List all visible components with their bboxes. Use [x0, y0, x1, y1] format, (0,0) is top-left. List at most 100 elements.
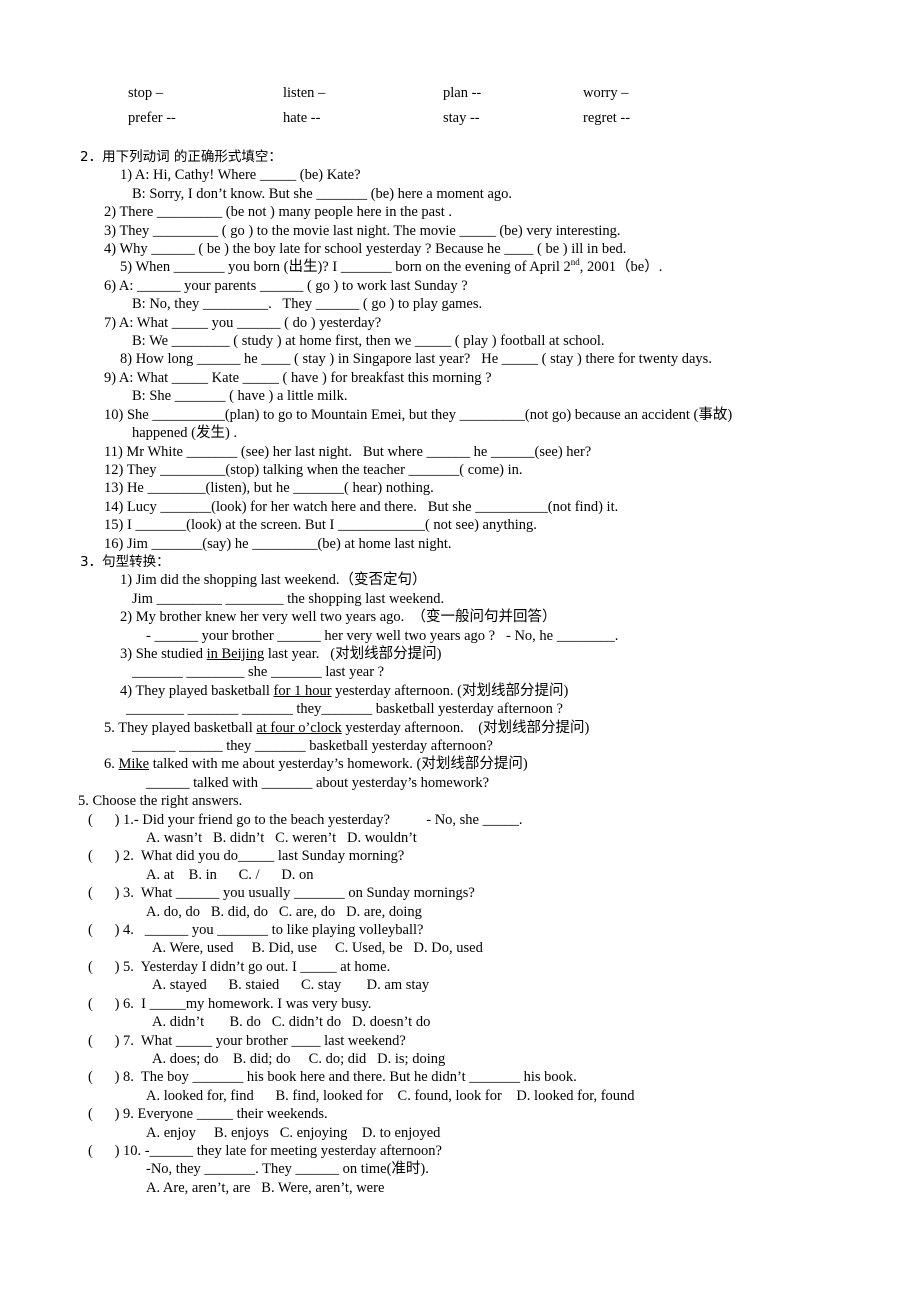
exercise-item: 8) How long ______ he ____ ( stay ) in S…: [120, 351, 712, 368]
exercise-item: B: No, they _________. They ______ ( go …: [132, 296, 483, 313]
exercise-item: B: She _______ ( have ) a little milk.: [132, 388, 348, 405]
question-number: 6.: [123, 995, 134, 1012]
section-5-heading: 5. Choose the right answers.: [78, 793, 243, 810]
choice-options: A. looked for, find B. find, looked for …: [146, 1087, 635, 1104]
underlined-phrase: for 1 hour: [273, 682, 332, 699]
verb-cell: listen –: [283, 85, 326, 101]
exercise-item: 2) There _________ (be not ) many people…: [104, 204, 453, 221]
answer-bracket[interactable]: ( ): [88, 812, 123, 828]
exercise-item: ______ talked with _______ about yesterd…: [146, 774, 490, 791]
question-stem: Yesterday I didn’t go out. I _____ at ho…: [133, 958, 391, 975]
question-number: 7.: [123, 1032, 134, 1049]
answer-bracket[interactable]: ( ): [88, 922, 123, 938]
verb-cell: stay --: [443, 110, 480, 126]
worksheet-page: stop – listen – plan -- worry – prefer -…: [0, 0, 920, 1302]
exercise-item: B: We ________ ( study ) at home first, …: [132, 333, 605, 350]
exercise-item-suffix: last year. (对划线部分提问): [264, 645, 442, 662]
question-stem: What ______ you usually _______ on Sunda…: [133, 885, 475, 902]
verb-cell: plan --: [443, 85, 482, 101]
exercise-item: 4) Why ______ ( be ) the boy late for sc…: [104, 241, 627, 258]
choice-options: A. do, do B. did, do C. are, do D. are, …: [146, 903, 422, 920]
choice-options: A. does; do B. did; do C. do; did D. is;…: [152, 1050, 446, 1067]
exercise-item-prefix: 6.: [104, 756, 119, 773]
verb-cell: prefer --: [128, 110, 176, 126]
exercise-item-suffix: yesterday afternoon. (对划线部分提问): [341, 719, 590, 736]
question-stem: The boy _______ his book here and there.…: [133, 1069, 577, 1086]
section-2-heading: 2．用下列动词 的正确形式填空：: [80, 149, 282, 165]
exercise-item: 6. Mike talked with me about yesterday’s…: [0, 755, 920, 773]
choice-question: ( ) 4. ______ you _______ to like playin…: [0, 921, 920, 939]
exercise-item: 9) A: What _____ Kate _____ ( have ) for…: [104, 369, 492, 386]
verb-cell: hate --: [283, 110, 321, 126]
exercise-item-text-tail: , 2001（be）.: [579, 259, 663, 276]
exercise-item: 14) Lucy _______(look) for her watch her…: [104, 498, 619, 515]
exercise-item-prefix: 3) She studied: [120, 645, 207, 662]
exercise-item: 6) A: ______ your parents ______ ( go ) …: [104, 277, 468, 294]
underlined-phrase: at four o’clock: [256, 719, 342, 736]
exercise-item: 2) My brother knew her very well two yea…: [120, 609, 557, 626]
question-stem: What _____ your brother ____ last weeken…: [133, 1032, 406, 1049]
choice-question: ( ) 10. -______ they late for meeting ye…: [0, 1142, 920, 1160]
exercise-item-suffix: talked with me about yesterday’s homewor…: [149, 756, 528, 773]
choice-question-line2: -No, they _______. They ______ on time(准…: [146, 1161, 429, 1178]
exercise-item: 16) Jim _______(say) he _________(be) at…: [104, 535, 452, 552]
answer-bracket[interactable]: ( ): [88, 1033, 123, 1049]
choice-options: A. wasn’t B. didn’t C. weren’t D. wouldn…: [146, 830, 417, 847]
question-number: 3.: [123, 885, 134, 902]
choice-options: A. at B. in C. / D. on: [146, 866, 314, 883]
exercise-item: B: Sorry, I don’t know. But she _______ …: [132, 185, 513, 202]
choice-question: ( ) 2. What did you do_____ last Sunday …: [0, 847, 920, 865]
exercise-item: 1) Jim did the shopping last weekend.（变否…: [120, 572, 427, 589]
answer-bracket[interactable]: ( ): [88, 959, 123, 975]
choice-options: A. didn’t B. do C. didn’t do D. doesn’t …: [152, 1014, 431, 1031]
question-stem: ______ you _______ to like playing volle…: [133, 922, 424, 939]
question-number: 1.: [123, 811, 134, 828]
ordinal-suffix: nd: [570, 257, 580, 268]
question-stem: -______ they late for meeting yesterday …: [141, 1142, 442, 1159]
choice-question: ( ) 8. The boy _______ his book here and…: [0, 1068, 920, 1086]
question-number: 10.: [123, 1142, 142, 1159]
exercise-item: Jim _________ ________ the shopping last…: [132, 590, 445, 607]
question-stem: I _____my homework. I was very busy.: [133, 995, 372, 1012]
choice-question: ( ) 1.- Did your friend go to the beach …: [0, 811, 920, 829]
exercise-item: 3) She studied in Beijing last year. (对划…: [0, 645, 920, 663]
exercise-item: 11) Mr White _______ (see) her last nigh…: [104, 443, 592, 460]
exercise-item: 12) They _________(stop) talking when th…: [104, 461, 523, 478]
question-number: 9.: [123, 1106, 134, 1123]
answer-bracket[interactable]: ( ): [88, 1143, 123, 1159]
choice-question: ( ) 3. What ______ you usually _______ o…: [0, 884, 920, 902]
answer-bracket[interactable]: ( ): [88, 848, 123, 864]
answer-bracket[interactable]: ( ): [88, 1106, 123, 1122]
exercise-item: - ______ your brother ______ her very we…: [146, 627, 619, 644]
answer-bracket[interactable]: ( ): [88, 885, 123, 901]
verb-cell: worry –: [583, 85, 629, 101]
exercise-item: 1) A: Hi, Cathy! Where _____ (be) Kate?: [120, 167, 361, 184]
exercise-item-text: 5) When _______ you born (出生)? I _______…: [120, 259, 571, 276]
verb-row: prefer -- hate -- stay -- regret --: [0, 111, 920, 136]
verb-list-grid: stop – listen – plan -- worry – prefer -…: [0, 86, 920, 136]
exercise-item: ______ ______ they _______ basketball ye…: [132, 738, 493, 754]
exercise-item: _______ ________ she _______ last year ?: [132, 664, 385, 681]
exercise-item: 5) When _______ you born (出生)? I _______…: [0, 258, 920, 276]
underlined-phrase: Mike: [118, 756, 150, 773]
choice-question: ( ) 9. Everyone _____ their weekends.: [0, 1105, 920, 1123]
question-number: 5.: [123, 958, 134, 975]
question-stem: Everyone _____ their weekends.: [133, 1106, 328, 1123]
underlined-phrase: in Beijing: [206, 645, 265, 662]
question-stem: - Did your friend go to the beach yester…: [133, 811, 523, 828]
answer-bracket[interactable]: ( ): [88, 996, 123, 1012]
verb-cell: stop –: [128, 85, 164, 101]
choice-options: A. Are, aren’t, are B. Were, aren’t, wer…: [146, 1179, 385, 1196]
question-number: 2.: [123, 848, 134, 865]
question-stem: What did you do_____ last Sunday morning…: [133, 848, 405, 865]
section-3-heading: 3．句型转换：: [80, 553, 170, 570]
exercise-item: 15) I _______(look) at the screen. But I…: [104, 517, 537, 534]
choice-options: A. stayed B. staied C. stay D. am stay: [152, 977, 430, 994]
exercise-item: 7) A: What _____ you ______ ( do ) yeste…: [104, 314, 382, 331]
exercise-item: 5. They played basketball at four o’cloc…: [0, 719, 920, 737]
answer-bracket[interactable]: ( ): [88, 1069, 123, 1085]
exercise-item-prefix: 5. They played basketball: [104, 719, 257, 736]
exercise-item: ________ _______ _______ they_______ bas…: [126, 701, 563, 718]
exercise-item: 4) They played basketball for 1 hour yes…: [0, 682, 920, 700]
exercise-item-suffix: yesterday afternoon. (对划线部分提问): [331, 682, 569, 699]
